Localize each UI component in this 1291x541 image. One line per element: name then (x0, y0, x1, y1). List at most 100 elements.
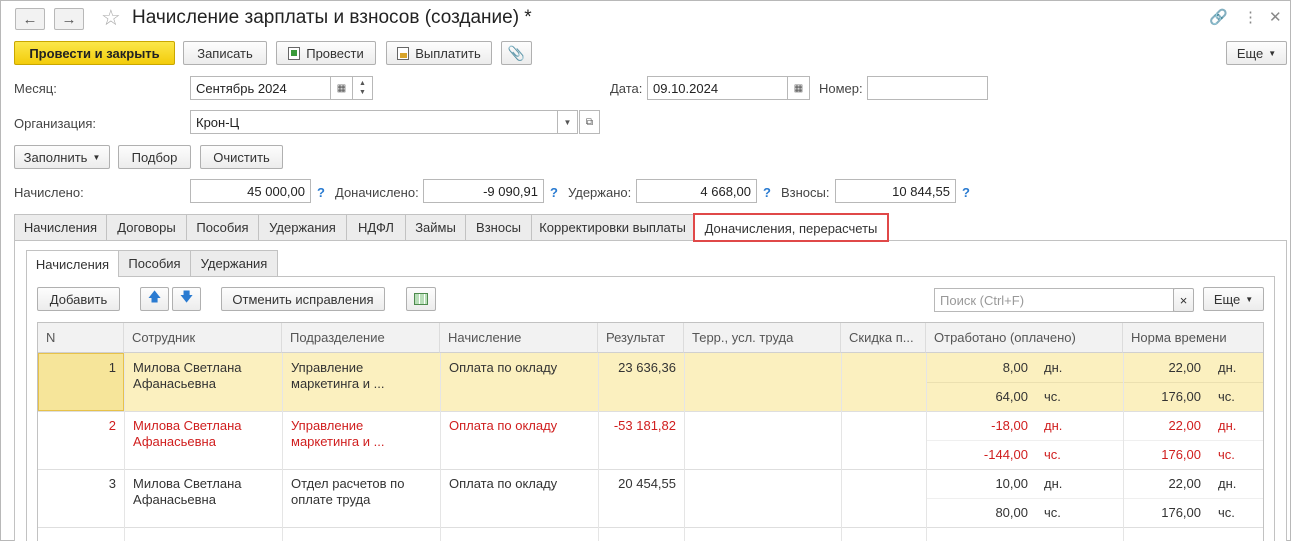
pay-button-label: Выплатить (415, 45, 481, 61)
result-value: 20 454,55 (618, 476, 676, 491)
search-clear-button[interactable]: × (1173, 288, 1194, 312)
accrual-type: Оплата по окладу (449, 476, 558, 491)
arrow-right-icon: → (61, 10, 77, 28)
help-icon[interactable]: ? (763, 185, 771, 200)
column-header-territory[interactable]: Терр., усл. труда (684, 323, 841, 353)
pay-icon (397, 46, 410, 60)
back-button[interactable]: ← (15, 8, 45, 30)
contrib-label: Взносы: (781, 185, 830, 200)
move-up-button[interactable]: 🡅 (140, 287, 169, 311)
norm-days-unit: дн. (1218, 418, 1237, 433)
month-field[interactable]: Сентябрь 2024 (190, 76, 331, 100)
date-calendar-button[interactable]: ▦ (787, 76, 810, 100)
calendar-icon: ▦ (793, 82, 804, 94)
month-calendar-button[interactable]: ▦ (330, 76, 353, 100)
pay-button[interactable]: Выплатить (386, 41, 492, 65)
column-header-accrual[interactable]: Начисление (440, 323, 598, 353)
worked-days: -18,00 (991, 418, 1028, 433)
employee-name: Афанасьевна (133, 492, 216, 507)
forward-button[interactable]: → (54, 8, 84, 30)
add-button[interactable]: Добавить (37, 287, 120, 311)
fill-button[interactable]: Заполнить ▼ (14, 145, 110, 169)
norm-days: 22,00 (1168, 476, 1201, 491)
chevron-down-icon: ▼ (92, 152, 101, 162)
employee-name: Афанасьевна (133, 376, 216, 391)
accrual-type: Оплата по окладу (449, 418, 558, 433)
worked-days-unit: дн. (1044, 360, 1063, 375)
column-header-worked[interactable]: Отработано (оплачено) (926, 323, 1123, 353)
subtab-benefits[interactable]: Пособия (118, 250, 191, 276)
employee-name: Милова Светлана (133, 418, 242, 433)
select-button[interactable]: Подбор (118, 145, 191, 169)
tab-benefits[interactable]: Пособия (186, 214, 259, 240)
tab-accruals[interactable]: Начисления (14, 214, 107, 240)
department: маркетинга и ... (291, 434, 385, 449)
help-icon[interactable]: ? (550, 185, 558, 200)
close-icon[interactable]: ✕ (1269, 8, 1282, 26)
table-settings-button[interactable] (406, 287, 436, 311)
column-header-discount[interactable]: Скидка п... (841, 323, 926, 353)
worked-hours-unit: чс. (1044, 447, 1061, 462)
open-icon: ⧉ (585, 116, 594, 128)
attach-button[interactable]: 📎 (501, 41, 532, 65)
tab-deductions[interactable]: Удержания (258, 214, 347, 240)
organization-field[interactable]: Крон-Ц (190, 110, 558, 134)
accrued-label: Начислено: (14, 185, 84, 200)
subtab-accruals[interactable]: Начисления (26, 250, 119, 277)
organization-dropdown-button[interactable]: ▼ (557, 110, 578, 134)
post-and-close-button[interactable]: Провести и закрыть (14, 41, 175, 65)
post-button-label: Провести (306, 45, 364, 61)
more-icon[interactable]: ⋮ (1243, 8, 1258, 26)
table-more-button[interactable]: Еще ▼ (1203, 287, 1264, 311)
tab-payment-corrections[interactable]: Корректировки выплаты (531, 214, 694, 240)
column-header-n[interactable]: N (38, 323, 124, 353)
worked-hours: -144,00 (983, 447, 1028, 462)
save-button[interactable]: Записать (183, 41, 267, 65)
cancel-fix-button[interactable]: Отменить исправления (221, 287, 385, 311)
subtab-deductions[interactable]: Удержания (190, 250, 278, 276)
norm-hours: 176,00 (1161, 505, 1201, 520)
date-field[interactable]: 09.10.2024 (647, 76, 788, 100)
stepper-down-icon: ▼ (359, 89, 366, 96)
department: Управление (291, 418, 364, 433)
row-divider (38, 527, 1263, 528)
tab-contracts[interactable]: Договоры (106, 214, 187, 240)
help-icon[interactable]: ? (962, 185, 970, 200)
accrual-type: Оплата по окладу (449, 360, 558, 375)
move-down-button[interactable]: 🡇 (172, 287, 201, 311)
worked-hours: 80,00 (995, 505, 1028, 520)
link-icon[interactable]: 🔗 (1209, 8, 1228, 26)
star-icon[interactable]: ☆ (101, 5, 121, 31)
norm-hours-unit: чс. (1218, 505, 1235, 520)
search-input[interactable]: Поиск (Ctrl+F) (934, 288, 1174, 312)
accruals-table[interactable]: N Сотрудник Подразделение Начисление Рез… (37, 322, 1264, 541)
worked-days-unit: дн. (1044, 418, 1063, 433)
number-field[interactable] (867, 76, 988, 100)
row-number: 1 (108, 360, 116, 375)
norm-hours: 176,00 (1161, 447, 1201, 462)
norm-hours: 176,00 (1161, 389, 1201, 404)
tab-loans[interactable]: Займы (405, 214, 466, 240)
column-header-norm[interactable]: Норма времени (1123, 323, 1263, 353)
clear-button[interactable]: Очистить (200, 145, 283, 169)
help-icon[interactable]: ? (317, 185, 325, 200)
more-menu-button[interactable]: Еще ▼ (1226, 41, 1287, 65)
norm-days-unit: дн. (1218, 360, 1237, 375)
column-header-employee[interactable]: Сотрудник (124, 323, 282, 353)
employee-name: Афанасьевна (133, 434, 216, 449)
organization-open-button[interactable]: ⧉ (579, 110, 600, 134)
tab-recalculations[interactable]: Доначисления, перерасчеты (693, 213, 889, 242)
additional-label: Доначислено: (335, 185, 419, 200)
tab-ndfl[interactable]: НДФЛ (346, 214, 406, 240)
additional-value: -9 090,91 (423, 179, 544, 203)
post-button[interactable]: Провести (276, 41, 376, 65)
column-header-department[interactable]: Подразделение (282, 323, 440, 353)
tab-contributions[interactable]: Взносы (465, 214, 532, 240)
column-header-result[interactable]: Результат (598, 323, 684, 353)
worked-days: 8,00 (1002, 360, 1028, 375)
page-title: Начисление зарплаты и взносов (создание)… (132, 7, 532, 28)
chevron-down-icon: ▼ (1245, 294, 1254, 304)
post-doc-icon (288, 46, 301, 60)
result-value: 23 636,36 (618, 360, 676, 375)
month-stepper[interactable]: ▲ ▼ (352, 76, 373, 100)
